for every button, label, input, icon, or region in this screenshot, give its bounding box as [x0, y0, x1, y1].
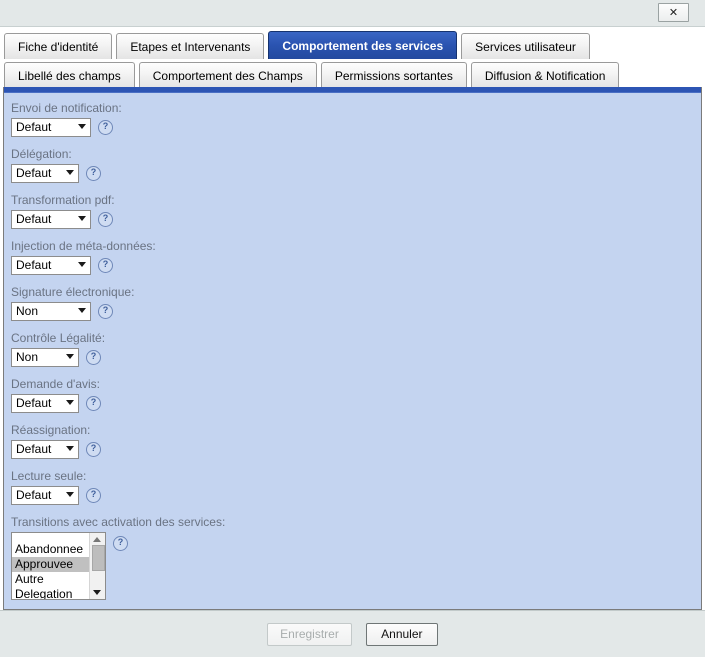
- tab-libell-des-champs[interactable]: Libellé des champs: [4, 62, 135, 88]
- select-input[interactable]: Defaut: [11, 164, 79, 183]
- tab-services-utilisateur[interactable]: Services utilisateur: [461, 33, 590, 59]
- select-input[interactable]: Defaut: [11, 118, 91, 137]
- select-signature-electronique[interactable]: Non: [11, 302, 91, 321]
- select-input[interactable]: Defaut: [11, 486, 79, 505]
- field-control: Defaut?: [11, 118, 701, 137]
- field-control: Non?: [11, 348, 701, 367]
- select-injection-de-meta-donnees[interactable]: Defaut: [11, 256, 91, 275]
- help-icon[interactable]: ?: [98, 304, 113, 319]
- transitions-listbox[interactable]: Abandonnee Approuvee Autre Delegation: [11, 532, 106, 600]
- field-controle-legalite: Contrôle Légalité: Non?: [11, 331, 701, 367]
- dialog-footer: Enregistrer Annuler: [0, 610, 705, 657]
- tab-fiche-d-identit[interactable]: Fiche d'identité: [4, 33, 113, 59]
- select-input[interactable]: Non: [11, 302, 91, 321]
- tab-etapes-et-intervenants[interactable]: Etapes et Intervenants: [116, 33, 265, 59]
- field-control: Defaut?: [11, 210, 701, 229]
- help-icon[interactable]: ?: [98, 212, 113, 227]
- field-demande-d-avis: Demande d'avis: Defaut?: [11, 377, 701, 413]
- field-control: Defaut?: [11, 394, 701, 413]
- select-input[interactable]: Non: [11, 348, 79, 367]
- scrollbar-thumb[interactable]: [92, 545, 105, 571]
- tab-diffusion-notification[interactable]: Diffusion & Notification: [470, 62, 620, 88]
- field-label: Injection de méta-données:: [11, 239, 156, 253]
- tab-permissions-sortantes[interactable]: Permissions sortantes: [320, 62, 467, 88]
- help-icon[interactable]: ?: [86, 442, 101, 457]
- help-icon[interactable]: ?: [113, 536, 128, 551]
- field-label: Lecture seule:: [11, 469, 87, 483]
- comportement-des-services-panel: Envoi de notification: Defaut? Délégation:…: [3, 87, 702, 610]
- field-label: Transformation pdf:: [11, 193, 115, 207]
- list-item[interactable]: Delegation: [12, 587, 89, 599]
- field-label: Signature électronique:: [11, 285, 135, 299]
- tab-strip: Fiche d'identité Etapes et Intervenants Co…: [0, 27, 705, 88]
- help-icon[interactable]: ?: [86, 350, 101, 365]
- select-input[interactable]: Defaut: [11, 394, 79, 413]
- select-reassignation[interactable]: Defaut: [11, 440, 79, 459]
- field-control: Defaut?: [11, 486, 701, 505]
- scroll-up-icon[interactable]: [93, 537, 101, 542]
- field-delegation: Délégation: Defaut?: [11, 147, 701, 183]
- field-control: Non?: [11, 302, 701, 321]
- select-input[interactable]: Defaut: [11, 210, 91, 229]
- transitions-control: Abandonnee Approuvee Autre Delegation?: [11, 532, 701, 600]
- field-label: Délégation:: [11, 147, 72, 161]
- field-label: Transitions avec activation des services…: [11, 515, 226, 529]
- cancel-button[interactable]: Annuler: [365, 622, 438, 646]
- select-input[interactable]: Defaut: [11, 256, 91, 275]
- field-label: Demande d'avis:: [11, 377, 101, 391]
- close-icon[interactable]: ✕: [658, 3, 689, 22]
- listbox-scrollbar[interactable]: [89, 533, 105, 599]
- help-icon[interactable]: ?: [86, 166, 101, 181]
- dialog-window: ✕ Fiche d'identité Etapes et Intervenants…: [0, 0, 705, 657]
- select-lecture-seule[interactable]: Defaut: [11, 486, 79, 505]
- save-button[interactable]: Enregistrer: [267, 622, 352, 646]
- field-control: Defaut?: [11, 256, 701, 275]
- content-area: Envoi de notification: Defaut? Délégation:…: [0, 87, 705, 657]
- select-input[interactable]: Defaut: [11, 440, 79, 459]
- field-reassignation: Réassignation: Defaut?: [11, 423, 701, 459]
- field-control: Defaut?: [11, 440, 701, 459]
- scroll-down-icon[interactable]: [93, 590, 101, 595]
- settings-form: Envoi de notification: Defaut? Délégation:…: [4, 93, 701, 600]
- help-icon[interactable]: ?: [98, 258, 113, 273]
- select-controle-legalite[interactable]: Non: [11, 348, 79, 367]
- listbox-items: Abandonnee Approuvee Autre Delegation: [12, 533, 89, 599]
- tab-row-secondary: Libellé des champs Comportement des Champ…: [0, 58, 705, 88]
- help-icon[interactable]: ?: [98, 120, 113, 135]
- help-icon[interactable]: ?: [86, 396, 101, 411]
- tab-row-primary: Fiche d'identité Etapes et Intervenants Co…: [0, 29, 705, 59]
- field-control: Defaut?: [11, 164, 701, 183]
- field-label: Réassignation:: [11, 423, 91, 437]
- field-injection-de-meta-donnees: Injection de méta-données: Defaut?: [11, 239, 701, 275]
- field-signature-electronique: Signature électronique: Non?: [11, 285, 701, 321]
- list-item[interactable]: Abandonnee: [12, 542, 89, 557]
- field-transitions-avec-activation-des-services: Transitions avec activation des services…: [11, 515, 701, 600]
- list-item[interactable]: Approuvee: [12, 557, 89, 572]
- help-icon[interactable]: ?: [86, 488, 101, 503]
- select-transformation-pdf[interactable]: Defaut: [11, 210, 91, 229]
- select-envoi-de-notification[interactable]: Defaut: [11, 118, 91, 137]
- field-envoi-de-notification: Envoi de notification: Defaut?: [11, 101, 701, 137]
- list-item[interactable]: Autre: [12, 572, 89, 587]
- select-delegation[interactable]: Defaut: [11, 164, 79, 183]
- tab-comportement-des-services[interactable]: Comportement des services: [268, 31, 458, 59]
- title-bar: ✕: [0, 0, 705, 27]
- field-transformation-pdf: Transformation pdf: Defaut?: [11, 193, 701, 229]
- field-lecture-seule: Lecture seule: Defaut?: [11, 469, 701, 505]
- tab-comportement-des-champs[interactable]: Comportement des Champs: [138, 62, 317, 88]
- select-demande-d-avis[interactable]: Defaut: [11, 394, 79, 413]
- field-label: Envoi de notification:: [11, 101, 122, 115]
- field-label: Contrôle Légalité:: [11, 331, 106, 345]
